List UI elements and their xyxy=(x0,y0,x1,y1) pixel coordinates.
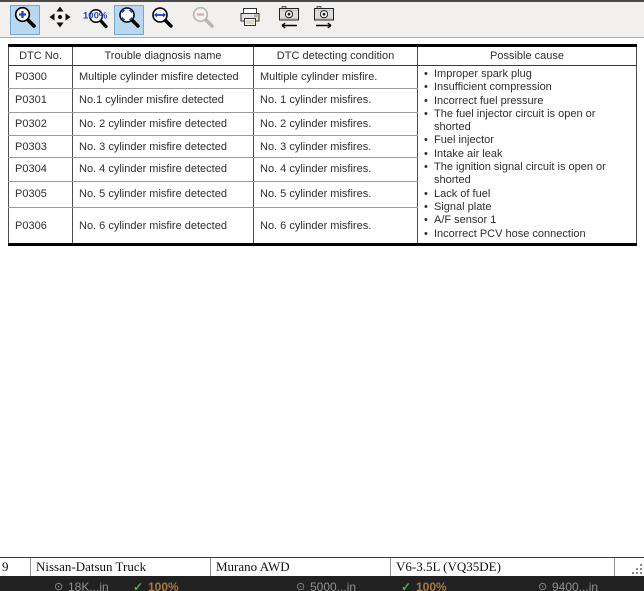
gauge-icon: ⊙ xyxy=(296,581,306,591)
possible-cause-cell: Improper spark plug Insufficient compres… xyxy=(417,65,637,245)
condition-cell: No. 1 cylinder misfires. xyxy=(253,88,418,113)
status-bar: 9 Nissan-Datsun Truck Murano AWD V6-3.5L… xyxy=(0,557,644,577)
dtc-no-cell: P0301 xyxy=(8,88,73,113)
status-record-number: 9 xyxy=(0,558,31,577)
app-window: 100% DTC No. Trouble diagnosis name DTC … xyxy=(0,0,644,591)
trouble-name-cell: No.1 cylinder misfire detected xyxy=(72,88,254,113)
cause-item: Fuel injector xyxy=(422,134,632,148)
metric-text: 18K...in xyxy=(68,580,109,591)
cause-item: Incorrect PCV hose connection xyxy=(422,228,632,242)
zoom-100-button[interactable]: 100% xyxy=(82,6,110,34)
condition-cell: No. 3 cylinder misfires. xyxy=(253,135,418,159)
toolbar: 100% xyxy=(0,2,644,38)
zoom-out-button xyxy=(189,6,217,34)
col-header-trouble-name: Trouble diagnosis name xyxy=(72,45,254,66)
camera-next-icon xyxy=(311,4,337,35)
status-vehicle-model: Murano AWD xyxy=(211,558,391,577)
condition-cell: Multiple cylinder misfire. xyxy=(253,65,418,90)
cause-item: A/F sensor 1 xyxy=(422,214,632,228)
trouble-name-cell: No. 5 cylinder misfire detected xyxy=(72,181,254,209)
resize-grip[interactable] xyxy=(631,563,643,575)
svg-text:100%: 100% xyxy=(83,11,108,22)
cause-item: Signal plate xyxy=(422,201,632,215)
bottom-overlay-bar: ⊙ 18K...in ✓ 100% ⊙ 5000...in ✓ 100% ⊙ 9… xyxy=(0,576,644,591)
pan-icon xyxy=(48,5,72,34)
document-view: DTC No. Trouble diagnosis name DTC detec… xyxy=(0,38,644,557)
zoom-in-button[interactable] xyxy=(10,4,40,35)
trouble-name-cell: No. 3 cylinder misfire detected xyxy=(72,135,254,159)
dtc-no-cell: P0304 xyxy=(8,157,73,182)
pan-button[interactable] xyxy=(46,6,74,34)
check-icon: ✓ xyxy=(133,580,144,591)
dtc-no-cell: P0306 xyxy=(8,207,73,245)
status-engine: V6-3.5L (VQ35DE) xyxy=(391,558,615,577)
cause-item: Incorrect fuel pressure xyxy=(422,95,632,109)
condition-cell: No. 2 cylinder misfires. xyxy=(253,112,418,136)
print-button[interactable] xyxy=(236,6,264,34)
check-icon: ✓ xyxy=(401,580,412,591)
next-image-button[interactable] xyxy=(310,6,338,34)
metric-percent: 100% xyxy=(148,580,179,591)
metric-percent: 100% xyxy=(416,580,447,591)
condition-cell: No. 5 cylinder misfires. xyxy=(253,181,418,209)
condition-cell: No. 4 cylinder misfires. xyxy=(253,157,418,182)
metric-text: 9400...in xyxy=(552,580,599,591)
trouble-name-cell: No. 6 cylinder misfire detected xyxy=(72,207,254,245)
col-header-detecting-condition: DTC detecting condition xyxy=(253,45,418,66)
gauge-icon: ⊙ xyxy=(54,581,64,591)
zoom-100-icon: 100% xyxy=(83,5,109,34)
table-header-row: DTC No. Trouble diagnosis name DTC detec… xyxy=(8,45,637,66)
cause-item: The fuel injector circuit is open or sho… xyxy=(422,108,632,135)
printer-icon xyxy=(238,5,262,34)
fit-width-button[interactable] xyxy=(148,6,176,34)
fit-page-icon xyxy=(117,5,141,34)
zoom-out-icon xyxy=(191,5,215,34)
dtc-no-cell: P0300 xyxy=(8,65,73,90)
cause-item: Insufficient compression xyxy=(422,81,632,95)
trouble-name-cell: No. 4 cylinder misfire detected xyxy=(72,157,254,182)
metric-text: 5000...in xyxy=(310,580,357,591)
fit-width-icon xyxy=(150,5,174,34)
dtc-no-cell: P0302 xyxy=(8,112,73,136)
gauge-icon: ⊙ xyxy=(538,581,548,591)
cause-item: Lack of fuel xyxy=(422,188,632,202)
dtc-table: DTC No. Trouble diagnosis name DTC detec… xyxy=(8,44,637,246)
dtc-no-cell: P0305 xyxy=(8,181,73,209)
table-row: P0300 Multiple cylinder misfire detected… xyxy=(8,65,637,245)
dtc-no-cell: P0303 xyxy=(8,135,73,159)
col-header-dtc-no: DTC No. xyxy=(8,45,73,66)
cause-item: The ignition signal circuit is open or s… xyxy=(422,161,632,188)
status-vehicle-make: Nissan-Datsun Truck xyxy=(31,558,211,577)
cause-item: Intake air leak xyxy=(422,148,632,162)
zoom-in-icon xyxy=(13,5,37,34)
possible-cause-list: Improper spark plug Insufficient compres… xyxy=(422,68,632,241)
trouble-name-cell: No. 2 cylinder misfire detected xyxy=(72,112,254,136)
fit-page-button[interactable] xyxy=(114,4,144,35)
camera-prev-icon xyxy=(276,4,302,35)
previous-image-button[interactable] xyxy=(275,6,303,34)
cause-item: Improper spark plug xyxy=(422,68,632,82)
trouble-name-cell: Multiple cylinder misfire detected xyxy=(72,65,254,90)
condition-cell: No. 6 cylinder misfires. xyxy=(253,207,418,245)
col-header-possible-cause: Possible cause xyxy=(417,45,637,66)
